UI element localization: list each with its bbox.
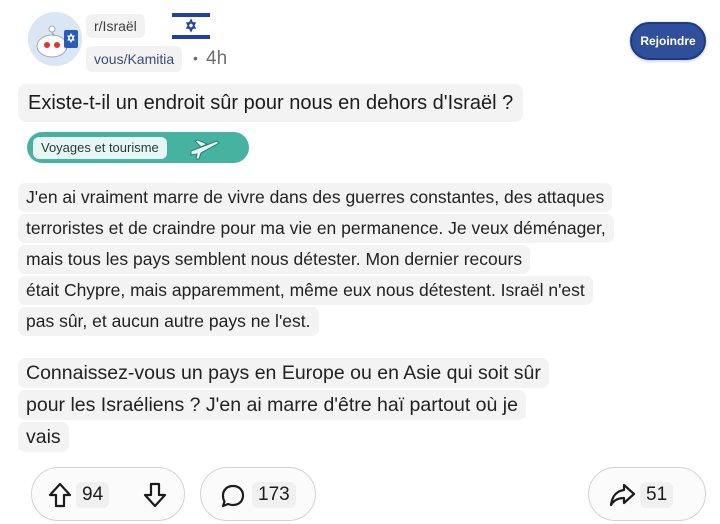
- body-line: terroristes et de craindre pour ma vie e…: [18, 214, 614, 243]
- subreddit-name[interactable]: r/Israël: [86, 14, 145, 38]
- body-line: pour les Israéliens ? J'en ai marre d'êt…: [18, 390, 526, 420]
- post-age: 4h: [206, 48, 228, 69]
- body-line: Connaissez-vous un pays en Europe ou en …: [18, 358, 549, 388]
- comment-bubble-icon: [221, 484, 245, 508]
- upvote-count: 94: [76, 482, 110, 508]
- post-title[interactable]: Existe-t-il un endroit sûr pour nous en …: [18, 84, 524, 122]
- subreddit-avatar[interactable]: [28, 12, 82, 66]
- snoo-avatar-icon: [28, 12, 82, 66]
- body-line: mais tous les pays semblent nous déteste…: [18, 245, 531, 274]
- post-body-paragraph-2: Connaissez-vous un pays en Europe ou en …: [18, 358, 549, 454]
- post-author[interactable]: vous/Kamitia: [86, 46, 183, 72]
- arrow-down-icon[interactable]: [143, 482, 167, 508]
- body-line: pas sûr, et aucun autre pays ne l'est.: [18, 307, 319, 336]
- post-flair[interactable]: Voyages et tourisme: [27, 132, 249, 163]
- comment-count: 173: [252, 482, 296, 508]
- join-button[interactable]: Rejoindre: [630, 22, 706, 60]
- israel-flag-icon: [172, 11, 210, 41]
- meta-separator: •: [193, 50, 198, 66]
- body-line: J'en ai vraiment marre de vivre dans des…: [18, 183, 613, 212]
- flair-label: Voyages et tourisme: [33, 136, 167, 159]
- airplane-icon: [190, 138, 220, 159]
- arrow-up-icon[interactable]: [48, 482, 72, 508]
- body-line: était Chypre, mais apparemment, même eux…: [18, 276, 593, 305]
- post-body-paragraph-1: J'en ai vraiment marre de vivre dans des…: [18, 183, 614, 338]
- body-line: vais: [18, 422, 69, 452]
- share-count: 51: [640, 482, 674, 508]
- share-arrow-icon: [609, 483, 636, 507]
